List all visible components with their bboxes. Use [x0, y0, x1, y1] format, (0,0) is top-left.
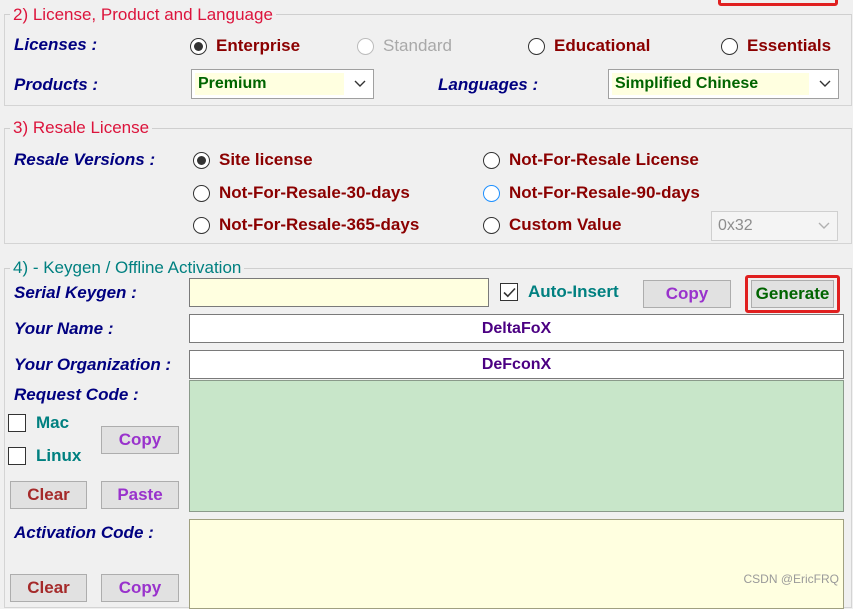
- license-educational-radio[interactable]: Educational: [528, 35, 650, 57]
- languages-value: Simplified Chinese: [612, 73, 809, 95]
- radio-circle: [193, 184, 210, 202]
- custom-value-select[interactable]: 0x32: [711, 211, 838, 241]
- radio-circle: [528, 37, 545, 55]
- license-standard-radio[interactable]: Standard: [357, 35, 452, 57]
- languages-select[interactable]: Simplified Chinese: [608, 69, 839, 99]
- checkmark-icon: [502, 287, 516, 297]
- generate-button[interactable]: Generate: [751, 280, 834, 308]
- languages-label: Languages :: [438, 75, 539, 94]
- request-copy-button[interactable]: Copy: [101, 426, 179, 454]
- request-clear-button[interactable]: Clear: [10, 481, 87, 509]
- products-select[interactable]: Premium: [191, 69, 374, 99]
- products-label: Products :: [14, 75, 99, 94]
- radio-circle: [483, 216, 500, 234]
- section2-title: 2) License, Product and Language: [10, 5, 276, 25]
- checkbox-box: [8, 414, 26, 432]
- watermark: CSDN @EricFRQ: [743, 572, 839, 586]
- your-name-label: Your Name :: [14, 319, 114, 338]
- resale-custom-value-radio[interactable]: Custom Value: [483, 214, 621, 236]
- chevron-down-icon: [812, 70, 838, 98]
- mac-checkbox[interactable]: Mac: [8, 413, 69, 433]
- your-organization-input[interactable]: DeFconX: [189, 350, 844, 379]
- resale-nfr-license-radio[interactable]: Not-For-Resale License: [483, 149, 699, 171]
- license-enterprise-radio[interactable]: Enterprise: [190, 35, 300, 57]
- chevron-down-icon: [811, 212, 837, 240]
- resale-site-license-radio[interactable]: Site license: [193, 149, 313, 171]
- linux-checkbox[interactable]: Linux: [8, 446, 81, 466]
- radio-circle: [483, 151, 500, 169]
- your-organization-label: Your Organization :: [14, 355, 172, 374]
- request-code-textarea[interactable]: [189, 380, 844, 512]
- serial-keygen-label: Serial Keygen :: [14, 283, 137, 302]
- request-paste-button[interactable]: Paste: [101, 481, 179, 509]
- resale-nfr-365-radio[interactable]: Not-For-Resale-365-days: [193, 214, 419, 236]
- chevron-down-icon: [347, 70, 373, 98]
- serial-copy-button[interactable]: Copy: [643, 280, 731, 308]
- request-code-label: Request Code :: [14, 385, 139, 404]
- section4-title: 4) - Keygen / Offline Activation: [10, 258, 245, 278]
- activation-code-textarea[interactable]: [189, 519, 844, 609]
- radio-circle: [193, 151, 210, 169]
- auto-insert-checkbox[interactable]: Auto-Insert: [500, 282, 619, 302]
- resale-versions-label: Resale Versions :: [14, 150, 156, 169]
- licenses-label: Licenses :: [14, 35, 98, 54]
- resale-nfr-90-radio[interactable]: Not-For-Resale-90-days: [483, 182, 700, 204]
- radio-circle: [193, 216, 210, 234]
- activation-clear-button[interactable]: Clear: [10, 574, 87, 602]
- radio-circle: [721, 37, 738, 55]
- your-name-input[interactable]: DeltaFoX: [189, 314, 844, 343]
- custom-value: 0x32: [715, 215, 808, 237]
- activation-copy-button[interactable]: Copy: [101, 574, 179, 602]
- serial-keygen-input[interactable]: [189, 278, 489, 307]
- products-value: Premium: [195, 73, 344, 95]
- resale-nfr-30-radio[interactable]: Not-For-Resale-30-days: [193, 182, 410, 204]
- highlight-top: [718, 0, 838, 6]
- checkbox-box: [8, 447, 26, 465]
- radio-circle: [357, 37, 374, 55]
- license-essentials-radio[interactable]: Essentials: [721, 35, 831, 57]
- section3-title: 3) Resale License: [10, 118, 153, 138]
- activation-code-label: Activation Code :: [14, 523, 154, 542]
- radio-circle: [190, 37, 207, 55]
- checkbox-box: [500, 283, 518, 301]
- radio-circle: [483, 184, 500, 202]
